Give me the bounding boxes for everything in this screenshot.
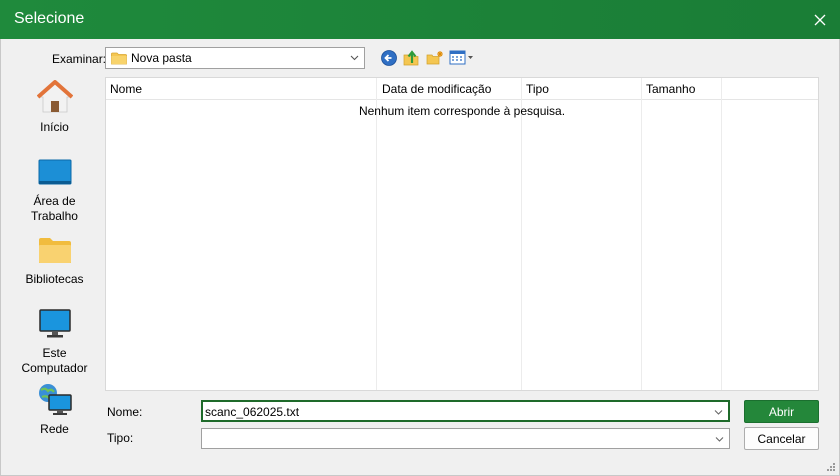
place-bibliotecas[interactable]: Bibliotecas — [6, 236, 103, 287]
network-icon — [38, 384, 72, 415]
column-divider — [521, 78, 522, 390]
column-header-data[interactable]: Data de modificação — [382, 82, 491, 96]
resize-grip-icon[interactable] — [826, 462, 836, 472]
list-header: Nome Data de modificação Tipo Tamanho — [106, 78, 818, 100]
file-type-select[interactable] — [201, 428, 730, 449]
tipo-label: Tipo: — [107, 431, 134, 445]
empty-message: Nenhum item corresponde à pesquisa. — [358, 104, 566, 118]
place-label: Rede — [40, 422, 69, 436]
back-button[interactable] — [380, 49, 398, 67]
chevron-down-icon — [715, 437, 724, 442]
place-area-de-trabalho[interactable]: Área de Trabalho — [6, 158, 103, 224]
current-folder-name: Nova pasta — [131, 51, 192, 65]
column-divider — [721, 78, 722, 390]
desktop-icon — [38, 159, 71, 185]
window-title: Selecione — [14, 10, 85, 27]
column-header-tamanho[interactable]: Tamanho — [646, 82, 695, 96]
new-folder-button[interactable] — [426, 49, 444, 67]
place-label: Computador — [21, 361, 88, 375]
computer-icon — [38, 309, 71, 338]
cancel-button[interactable]: Cancelar — [744, 427, 819, 450]
column-header-nome[interactable]: Nome — [110, 82, 142, 96]
place-label: Trabalho — [31, 209, 78, 223]
place-este-computador[interactable]: Este Computador — [6, 308, 103, 376]
close-icon — [814, 14, 826, 25]
title-bar: Selecione — [0, 0, 840, 39]
up-folder-icon — [403, 50, 419, 66]
place-inicio[interactable]: Início — [6, 80, 103, 135]
place-label: Início — [40, 120, 69, 134]
open-button[interactable]: Abrir — [744, 400, 819, 423]
place-label: Este — [42, 346, 67, 360]
place-rede[interactable]: Rede — [6, 382, 103, 437]
close-button[interactable] — [800, 0, 840, 39]
chevron-down-icon — [714, 410, 723, 415]
file-list[interactable]: Nome Data de modificação Tipo Tamanho Ne… — [105, 77, 819, 391]
place-label: Bibliotecas — [25, 272, 84, 286]
folder-combobox[interactable]: Nova pasta — [105, 47, 365, 69]
column-divider — [376, 78, 377, 390]
column-header-tipo[interactable]: Tipo — [526, 82, 549, 96]
column-divider — [641, 78, 642, 390]
folder-icon — [111, 52, 127, 65]
folder-icon — [38, 238, 71, 263]
up-folder-button[interactable] — [403, 49, 421, 67]
file-name-value: scanc_062025.txt — [205, 405, 300, 419]
file-name-input[interactable]: scanc_062025.txt — [201, 400, 730, 422]
place-label: Área de — [33, 194, 76, 208]
view-menu-button[interactable] — [449, 49, 475, 67]
examinar-label: Examinar: — [52, 52, 107, 66]
places-bar: Início Área de Trabalho Bibliotecas Este… — [6, 78, 103, 450]
chevron-down-icon — [350, 55, 359, 61]
view-grid-icon — [449, 50, 473, 65]
new-folder-icon — [426, 51, 443, 65]
back-arrow-icon — [381, 50, 397, 66]
nome-label: Nome: — [107, 405, 143, 419]
home-icon — [36, 80, 73, 113]
